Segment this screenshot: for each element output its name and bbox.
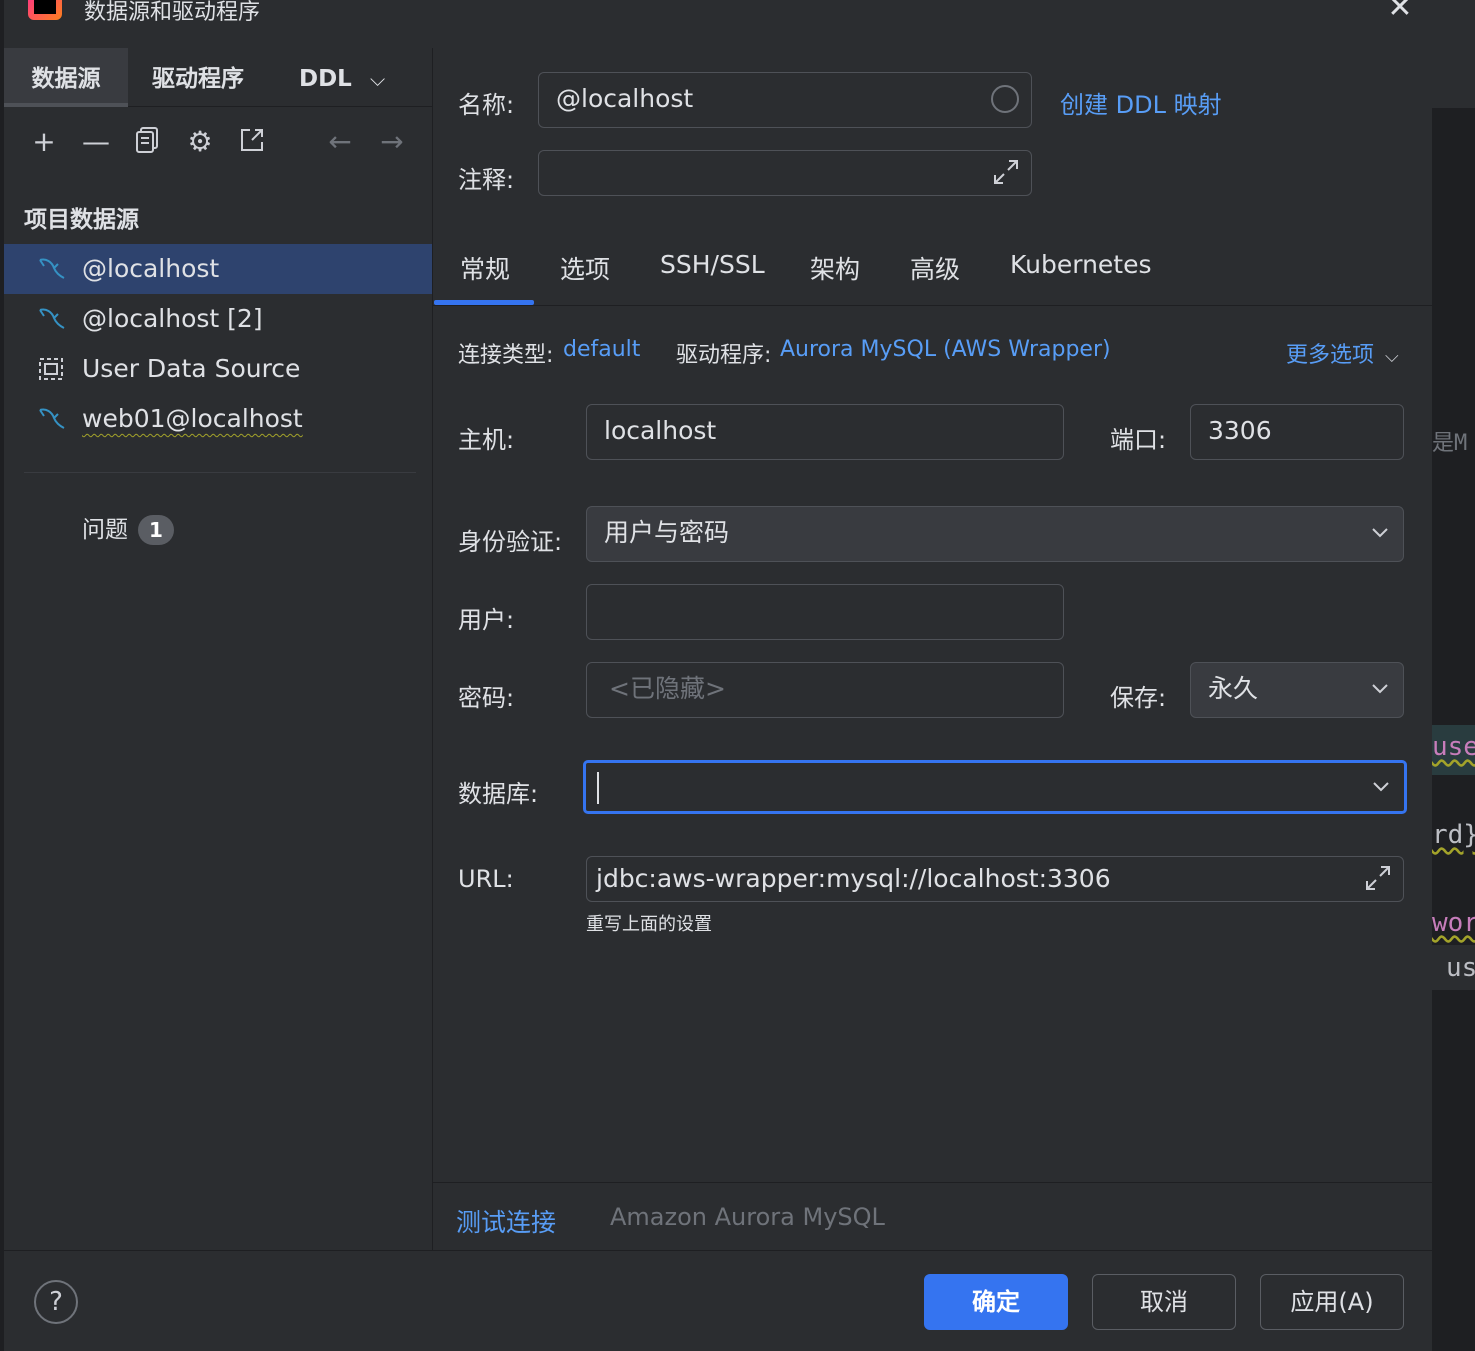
port-field[interactable]: 3306 xyxy=(1190,404,1404,460)
chevron-down-icon xyxy=(1371,507,1389,561)
name-field[interactable]: @localhost xyxy=(538,72,1032,128)
datasource-label: @localhost [2] xyxy=(82,304,263,333)
background-code-line: 是M xyxy=(1432,431,1468,456)
background-code-line: us xyxy=(1446,953,1475,983)
background-code-line: wor xyxy=(1432,908,1475,938)
cancel-button[interactable]: 取消 xyxy=(1092,1274,1236,1330)
auth-value: 用户与密码 xyxy=(604,518,730,547)
url-value: jdbc:aws-wrapper:mysql://localhost:3306 xyxy=(596,864,1111,893)
background-code-line: rd} xyxy=(1432,820,1475,850)
tabs-divider xyxy=(433,305,1432,306)
tab-schemas[interactable]: 架构 xyxy=(810,250,860,286)
chevron-down-icon: ⌵ xyxy=(1385,346,1399,367)
port-label: 端口: xyxy=(1110,426,1167,454)
datasource-item[interactable]: @localhost [2] xyxy=(4,294,432,344)
expand-icon[interactable] xyxy=(991,157,1021,195)
host-label: 主机: xyxy=(458,426,515,454)
host-field[interactable]: localhost xyxy=(586,404,1064,460)
add-icon[interactable]: + xyxy=(28,126,60,158)
connection-type-label: 连接类型: xyxy=(458,343,554,368)
divider xyxy=(24,472,416,473)
problems-count-badge: 1 xyxy=(138,515,174,545)
settings-icon[interactable]: ⚙ xyxy=(184,126,216,158)
mysql-dolphin-icon xyxy=(36,404,66,434)
color-circle-icon[interactable] xyxy=(991,85,1019,113)
background-code-line: use xyxy=(1432,732,1475,762)
url-hint: 重写上面的设置 xyxy=(586,914,712,935)
expand-icon[interactable] xyxy=(1363,863,1393,901)
tab-drivers[interactable]: 驱动程序 xyxy=(152,48,244,106)
password-label: 密码: xyxy=(458,684,515,712)
problems-item[interactable]: 问题 1 xyxy=(82,510,174,545)
driver-link[interactable]: Aurora MySQL (AWS Wrapper) xyxy=(780,337,1111,362)
duplicate-icon[interactable] xyxy=(132,126,164,158)
comment-label: 注释: xyxy=(458,166,515,194)
driver-label: 驱动程序: xyxy=(676,343,772,368)
left-tab-bar: 数据源 驱动程序 DDL ⌵ xyxy=(4,48,432,107)
project-datasources-header: 项目数据源 xyxy=(24,207,139,233)
datasource-label: @localhost xyxy=(82,254,220,283)
close-icon[interactable]: ✕ xyxy=(1384,0,1416,26)
tab-ssh-ssl[interactable]: SSH/SSL xyxy=(660,250,765,279)
datasource-label: web01@localhost xyxy=(82,404,303,433)
comment-field[interactable] xyxy=(538,150,1032,196)
database-label: 数据库: xyxy=(458,780,539,808)
tab-kubernetes[interactable]: Kubernetes xyxy=(1010,250,1152,279)
tab-ddl[interactable]: DDL xyxy=(299,48,352,106)
remove-icon[interactable]: — xyxy=(80,126,112,158)
ok-button[interactable]: 确定 xyxy=(924,1274,1068,1330)
more-options-label: 更多选项 xyxy=(1286,343,1375,368)
back-arrow-icon[interactable]: ← xyxy=(324,126,356,158)
datasource-item[interactable]: @localhost xyxy=(4,244,432,294)
save-select[interactable]: 永久 xyxy=(1190,662,1404,718)
open-external-icon[interactable] xyxy=(236,126,268,158)
text-caret xyxy=(597,772,599,804)
chevron-down-icon xyxy=(1371,663,1389,717)
auth-label: 身份验证: xyxy=(458,528,563,556)
tab-advanced[interactable]: 高级 xyxy=(910,250,960,286)
connection-type-link[interactable]: default xyxy=(563,337,640,362)
help-icon[interactable]: ? xyxy=(34,1280,78,1324)
auth-select[interactable]: 用户与密码 xyxy=(586,506,1404,562)
dbms-name: Amazon Aurora MySQL xyxy=(610,1203,885,1231)
tab-datasources[interactable]: 数据源 xyxy=(4,48,128,107)
user-field[interactable] xyxy=(586,584,1064,640)
mysql-dolphin-icon xyxy=(36,304,66,334)
password-placeholder: <已隐藏> xyxy=(609,674,726,703)
password-field[interactable]: <已隐藏> xyxy=(586,662,1064,718)
apply-button[interactable]: 应用(A) xyxy=(1260,1274,1404,1330)
chevron-down-icon[interactable] xyxy=(1372,763,1390,811)
datasource-item[interactable]: web01@localhost xyxy=(4,394,432,444)
user-label: 用户: xyxy=(458,606,515,634)
user-datasource-icon xyxy=(36,354,66,384)
url-field[interactable]: jdbc:aws-wrapper:mysql://localhost:3306 xyxy=(586,856,1404,902)
create-ddl-mapping-link[interactable]: 创建 DDL 映射 xyxy=(1060,85,1222,120)
chevron-down-icon[interactable]: ⌵ xyxy=(370,48,385,106)
url-label: URL: xyxy=(458,865,514,893)
app-logo-icon xyxy=(28,0,62,20)
problems-label: 问题 xyxy=(82,517,128,543)
dialog-title: 数据源和驱动程序 xyxy=(84,0,261,25)
database-combobox[interactable] xyxy=(583,760,1407,814)
more-options-link[interactable]: 更多选项 ⌵ xyxy=(1286,337,1399,369)
datasource-item[interactable]: User Data Source xyxy=(4,344,432,394)
background-editor-right xyxy=(1432,0,1475,1350)
forward-arrow-icon[interactable]: → xyxy=(376,126,408,158)
right-bottom-bar xyxy=(433,1182,1432,1251)
save-label: 保存: xyxy=(1110,684,1167,712)
tab-options[interactable]: 选项 xyxy=(560,250,610,286)
mysql-dolphin-icon xyxy=(36,254,66,284)
name-value: @localhost xyxy=(556,84,694,113)
port-value: 3306 xyxy=(1208,416,1272,445)
tab-general[interactable]: 常规 xyxy=(460,250,510,286)
host-value: localhost xyxy=(604,416,717,445)
save-value: 永久 xyxy=(1208,674,1259,703)
active-tab-indicator xyxy=(434,300,534,305)
test-connection-link[interactable]: 测试连接 xyxy=(456,1203,556,1239)
datasource-label: User Data Source xyxy=(82,354,301,383)
name-label: 名称: xyxy=(458,91,515,119)
